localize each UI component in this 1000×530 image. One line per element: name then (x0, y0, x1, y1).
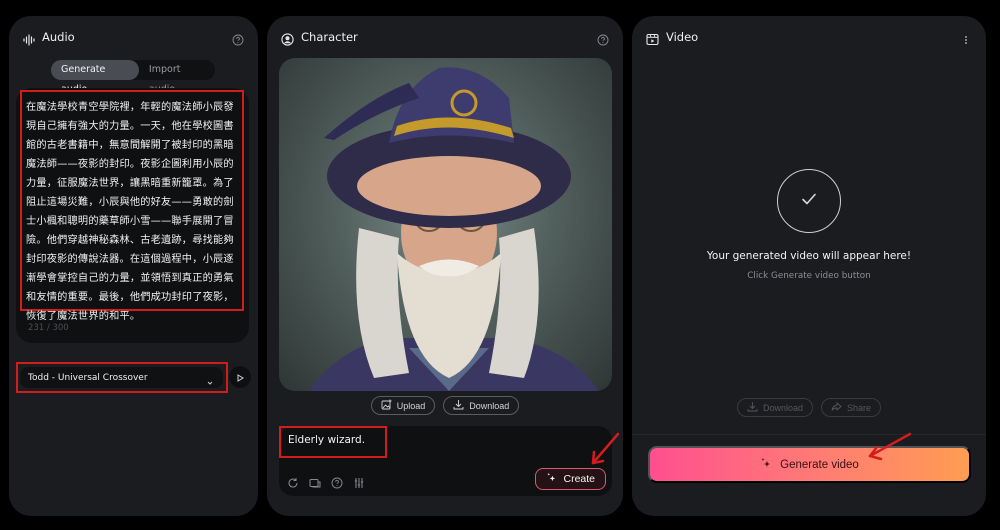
audio-title: Audio (42, 30, 75, 44)
voice-select[interactable]: Todd - Universal Crossover (20, 367, 223, 388)
more-vertical-icon[interactable] (960, 31, 972, 44)
check-icon (799, 189, 819, 213)
character-title: Character (301, 30, 358, 44)
share-icon (831, 401, 842, 414)
tab-import-audio[interactable]: Import audio (139, 60, 215, 95)
voice-select-value: Todd - Universal Crossover (28, 372, 148, 383)
video-icon (646, 31, 659, 45)
char-counter: 231 / 300 (28, 323, 69, 333)
share-label: Share (847, 402, 872, 413)
refresh-icon[interactable] (287, 474, 299, 488)
character-header: Character (281, 28, 609, 46)
user-circle-icon (281, 31, 294, 46)
prompt-toolbar (287, 474, 365, 489)
image-swap-icon[interactable] (309, 474, 321, 488)
character-prompt-input[interactable]: Elderly wizard. (288, 434, 365, 446)
audio-mode-toggle: Generate audio Import audio (51, 60, 215, 95)
image-actions: Upload Download (267, 396, 623, 415)
sparkle-icon (546, 472, 557, 486)
download-label: Download (469, 400, 510, 411)
video-actions: Download Share (632, 398, 986, 417)
download-icon (453, 399, 464, 412)
create-button[interactable]: Create (535, 468, 606, 490)
play-voice-button[interactable] (229, 366, 251, 388)
help-icon[interactable] (232, 31, 244, 46)
download-icon (747, 401, 758, 414)
upload-label: Upload (396, 400, 426, 411)
help-icon[interactable] (597, 31, 609, 46)
audio-wave-icon (23, 31, 35, 46)
download-video-label: Download (762, 402, 803, 413)
download-video-button[interactable]: Download (736, 398, 813, 417)
help-icon[interactable] (331, 474, 343, 489)
settings-sliders-icon[interactable] (353, 474, 365, 488)
divider (632, 434, 986, 435)
script-textarea[interactable]: 在魔法學校青空學院裡，年輕的魔法師小辰發現自己擁有強大的力量。一天，他在學校圖書… (16, 88, 249, 343)
share-video-button[interactable]: Share (821, 398, 882, 417)
video-title: Video (666, 30, 699, 44)
script-text[interactable]: 在魔法學校青空學院裡，年輕的魔法師小辰發現自己擁有強大的力量。一天，他在學校圖書… (26, 98, 236, 326)
character-image (279, 58, 612, 391)
character-prompt-box: Elderly wizard. Create (279, 426, 612, 496)
upload-button[interactable]: Upload (370, 396, 436, 415)
video-panel: Video Your generated video will appear h… (632, 16, 986, 516)
video-placeholder-title: Your generated video will appear here! (706, 250, 912, 262)
download-image-button[interactable]: Download (443, 396, 520, 415)
generate-video-button[interactable]: Generate video (648, 446, 971, 483)
video-header: Video (646, 28, 972, 46)
generate-video-label: Generate video (780, 458, 859, 471)
play-icon (235, 368, 245, 387)
create-label: Create (563, 473, 595, 485)
audio-header: Audio (23, 28, 244, 46)
video-placeholder-circle (777, 169, 841, 233)
wizard-portrait-illustration (309, 67, 599, 391)
video-placeholder-subtitle: Click Generate video button (747, 271, 871, 281)
character-panel: Character Upload Download Elderly wizard… (267, 16, 623, 516)
upload-image-icon (381, 399, 392, 412)
sparkle-icon (760, 457, 772, 472)
tab-generate-audio[interactable]: Generate audio (51, 60, 139, 95)
chevron-down-icon (205, 373, 215, 385)
audio-panel: Audio Generate audio Import audio 在魔法學校青… (9, 16, 258, 516)
